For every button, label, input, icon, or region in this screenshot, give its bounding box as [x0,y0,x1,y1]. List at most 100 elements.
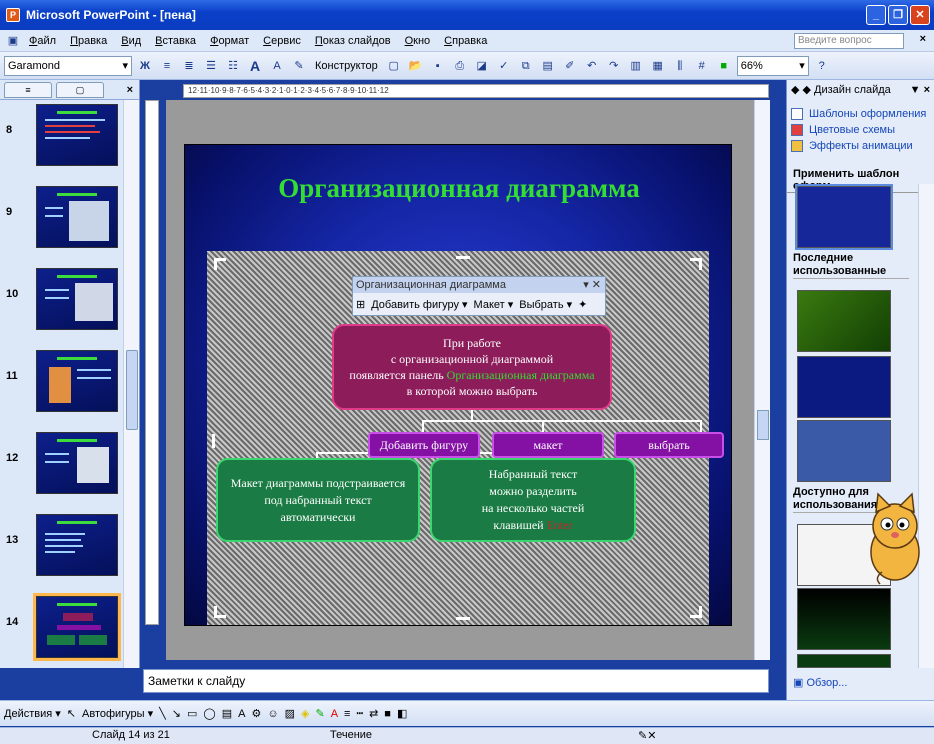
copy-icon[interactable]: ⧉ [517,57,535,75]
menu-format[interactable]: Формат [203,35,256,47]
design-thumbnail-6[interactable] [797,654,891,668]
layout-button[interactable]: Макет ▾ [474,298,514,311]
preview-icon[interactable]: ◪ [473,57,491,75]
table-icon[interactable]: ▦ [649,57,667,75]
arrow-style-icon[interactable]: ⇄ [369,707,378,720]
tab-outline[interactable]: ≡ [4,81,52,98]
slide-thumbnail-11[interactable]: 11 [0,346,124,418]
resize-handle[interactable] [214,258,226,270]
line-color-icon[interactable]: ✎ [315,707,324,720]
menu-edit[interactable]: Правка [63,35,114,47]
menu-insert[interactable]: Вставка [148,35,203,47]
save-icon[interactable]: ▪ [429,57,447,75]
paste-icon[interactable]: ▤ [539,57,557,75]
clipart-icon[interactable]: ☺ [267,708,278,720]
picture-icon[interactable]: ▨ [285,707,295,720]
restore-button[interactable]: ❐ [888,5,908,25]
resize-handle[interactable] [690,258,702,270]
zoom-select[interactable]: 66% [736,55,809,76]
autoshapes-menu[interactable]: Автофигуры ▾ [82,707,153,720]
open-icon[interactable]: 📂 [407,57,425,75]
tab-slides[interactable]: ▢ [56,81,104,98]
diagram-icon[interactable]: ⚙ [251,707,261,720]
design-thumbnail-5[interactable] [797,588,891,650]
oval-icon[interactable]: ◯ [203,707,215,720]
close-document-button[interactable]: × [920,33,926,45]
3d-icon[interactable]: ◧ [397,707,407,720]
help-button[interactable]: ? [813,57,831,75]
resize-handle[interactable] [214,606,226,618]
wordart-icon[interactable]: A [238,708,245,720]
textbox-icon[interactable]: ▤ [222,707,232,720]
align-left-icon[interactable]: ≡ [158,57,176,75]
slide-thumbnail-10[interactable]: 10 [0,264,124,336]
design-thumbnail-current[interactable] [795,184,893,250]
autoformat-icon[interactable]: ✦ [578,298,587,311]
select-pointer-icon[interactable]: ↖ [67,707,76,720]
task-pane-close-button[interactable]: ▼ × [910,80,930,100]
dash-style-icon[interactable]: ┅ [356,707,363,720]
add-shape-button[interactable]: Добавить фигуру ▾ [371,298,467,311]
undo-icon[interactable]: ↶ [583,57,601,75]
resize-handle[interactable] [212,434,215,448]
chart-icon[interactable]: ▥ [627,57,645,75]
slides-scrollbar[interactable] [123,100,139,668]
org-box-add-shape[interactable]: Добавить фигуру [368,432,480,458]
link-animation-effects[interactable]: Эффекты анимации [787,138,934,154]
org-chart-frame[interactable]: Организационная диаграмма ▾ ✕ ⊞ Добавить… [207,251,724,625]
link-design-templates[interactable]: Шаблоны оформления [787,106,934,122]
print-icon[interactable]: ⎙ [451,57,469,75]
org-box-layout[interactable]: макет [492,432,604,458]
bold-button[interactable]: Ж [136,57,154,75]
design-thumbnail-2[interactable] [797,356,891,418]
slide-thumbnail-14[interactable]: 14 [0,592,124,664]
menu-tools[interactable]: Сервис [256,35,308,47]
close-pane-button[interactable]: × [127,84,133,96]
line-style-icon[interactable]: ≡ [344,708,350,720]
workspace-scrollbar[interactable] [754,100,770,660]
select-button[interactable]: Выбрать ▾ [519,298,572,311]
columns-icon[interactable]: ⫼ [671,57,689,75]
slide-thumbnail-8[interactable]: 8 [0,100,124,172]
menu-slideshow[interactable]: Показ слайдов [308,35,398,47]
menu-file[interactable]: Файл [22,35,63,47]
shadow-icon[interactable]: ■ [384,708,391,720]
slide-canvas[interactable]: Организационная диаграмма Организационна… [184,144,732,626]
menu-view[interactable]: Вид [114,35,148,47]
design-thumbnail-1[interactable] [797,290,891,352]
font-color-icon[interactable]: A [331,708,338,720]
design-icon[interactable]: ✎ [290,57,308,75]
spelling-icon[interactable]: ✓ [495,57,513,75]
constructor-button[interactable]: Конструктор [312,60,381,72]
browse-link[interactable]: ▣ Обзор... [793,676,847,689]
fill-color-icon[interactable]: ◈ [301,707,309,720]
document-icon[interactable]: ▣ [4,32,22,50]
redo-icon[interactable]: ↷ [605,57,623,75]
slide-thumbnail-13[interactable]: 13 [0,510,124,582]
line-icon[interactable]: ╲ [159,707,166,720]
actions-menu[interactable]: Действия ▾ [4,707,61,720]
design-thumbnail-3[interactable] [797,420,891,482]
org-toolbar-close-button[interactable]: ▾ ✕ [583,277,601,293]
rectangle-icon[interactable]: ▭ [187,707,197,720]
increase-font-icon[interactable]: A [246,57,264,75]
slide-thumbnail-12[interactable]: 12 [0,428,124,500]
decrease-font-icon[interactable]: A [268,57,286,75]
new-icon[interactable]: ▢ [385,57,403,75]
close-window-button[interactable]: ✕ [910,5,930,25]
task-pane-nav-icon[interactable]: ◆ ◆ [791,84,811,96]
minimize-button[interactable]: _ [866,5,886,25]
link-color-schemes[interactable]: Цветовые схемы [787,122,934,138]
office-assistant-cat[interactable] [862,490,928,586]
bullet-list-icon[interactable]: ☷ [224,57,242,75]
color-icon[interactable]: ■ [715,57,733,75]
org-box-top[interactable]: При работе с организационной диаграммой … [332,324,612,410]
format-painter-icon[interactable]: ✐ [561,57,579,75]
arrow-icon[interactable]: ↘ [172,707,181,720]
align-center-icon[interactable]: ≣ [180,57,198,75]
menu-window[interactable]: Окно [398,35,438,47]
help-search-input[interactable]: Введите вопрос [794,33,904,49]
numbered-list-icon[interactable]: ☰ [202,57,220,75]
slide-title[interactable]: Организационная диаграмма [185,173,733,204]
menu-help[interactable]: Справка [437,35,494,47]
